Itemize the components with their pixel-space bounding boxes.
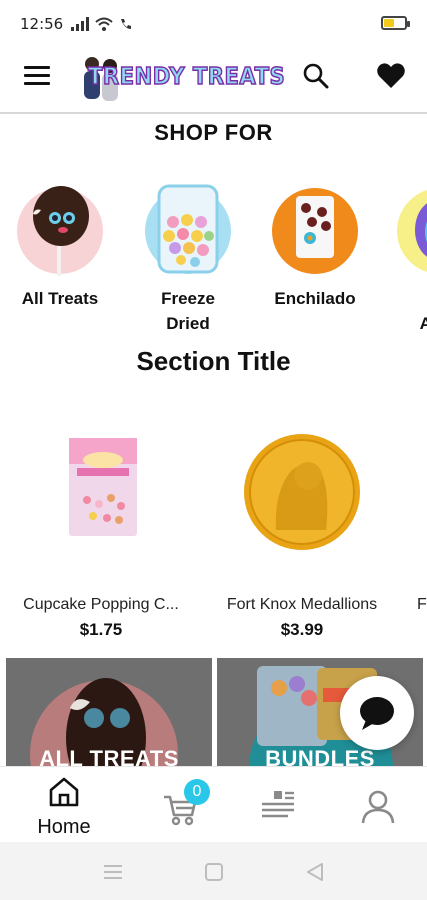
nav-home[interactable]: Home [24,775,104,839]
banner-all-treats[interactable]: ALL TREATS [6,658,212,766]
logo-text: TRENDY TREATS [87,63,286,91]
news-list-icon [262,791,294,818]
app-header: TRENDY TREATS [0,48,427,114]
product-image [204,400,400,580]
product-card[interactable]: Cupcake Popping C... $1.75 [3,400,199,640]
heart-icon[interactable] [376,62,406,90]
category-label: To Acce [419,314,427,333]
chat-button[interactable] [340,676,414,750]
user-icon [361,790,395,824]
category-image [272,188,358,274]
product-name: F [417,596,427,613]
call-icon [121,19,132,29]
search-icon[interactable] [302,62,330,90]
nav-news[interactable] [238,775,318,839]
category-freeze-dried[interactable]: Freeze Dried [133,180,243,336]
section-title: Section Title [136,346,291,376]
category-image [397,188,427,274]
logo[interactable]: TRENDY TREATS [78,54,285,106]
status-time: 12:56 [20,15,64,33]
system-nav-bar [0,842,427,900]
home-icon [49,777,79,807]
product-image [3,400,199,580]
battery-icon [381,16,410,30]
product-price: $1.75 [79,620,123,639]
menu-icon[interactable] [24,66,50,88]
cart-count-badge: 0 [184,779,210,805]
category-label: All Treats [21,289,99,308]
wifi-icon [95,17,113,31]
product-card-partial[interactable]: F [405,400,427,614]
home-square-icon[interactable] [203,862,225,882]
status-icons [71,17,135,31]
banner-label: ALL TREATS [39,746,179,766]
product-price: $3.99 [280,620,324,639]
product-name: Cupcake Popping C... [23,596,179,613]
category-enchilado[interactable]: Enchilado [260,180,370,311]
status-bar: 12:56 [0,0,427,48]
signal-icon [71,17,90,31]
category-label: Freeze Dried [161,289,215,333]
chat-icon [360,697,394,730]
category-image [145,184,231,274]
product-name: Fort Knox Medallions [226,596,378,613]
category-image [17,186,103,276]
nav-home-label: Home [37,816,91,838]
category-all-treats[interactable]: All Treats [5,180,115,311]
category-carousel[interactable]: All Treats Freeze Dried Enchilado A [0,180,427,340]
bottom-nav: Home 0 [0,766,427,842]
nav-cart[interactable]: 0 [140,775,220,839]
shop-for-title: SHOP FOR [154,120,273,145]
category-label: Enchilado [274,289,356,308]
category-accessories[interactable]: To Acce [385,180,427,336]
nav-profile[interactable] [338,775,418,839]
recent-apps-icon[interactable] [102,862,124,882]
back-icon[interactable] [304,862,326,882]
product-card[interactable]: Fort Knox Medallions $3.99 [204,400,400,640]
